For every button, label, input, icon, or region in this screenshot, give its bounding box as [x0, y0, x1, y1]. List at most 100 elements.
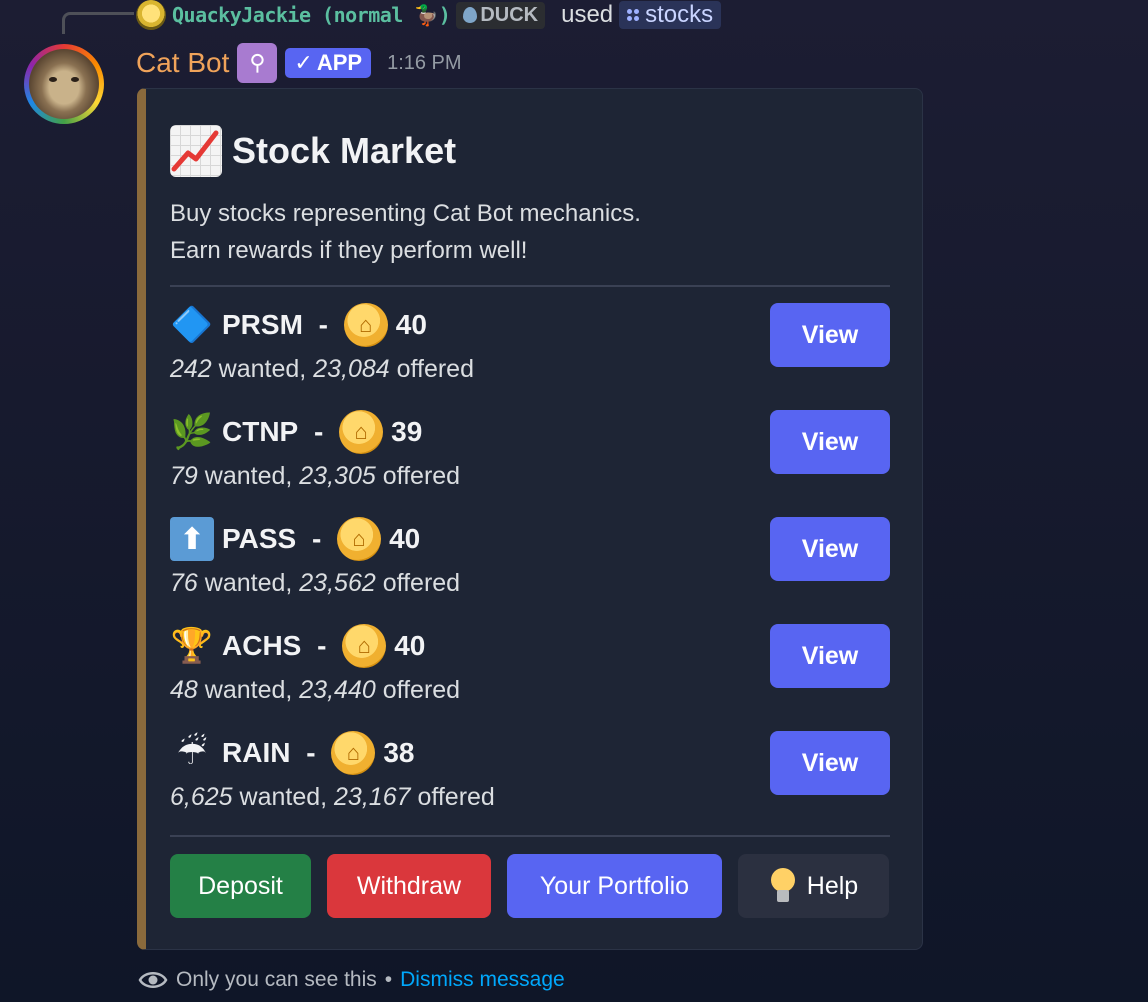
- command-icon: [627, 9, 640, 21]
- stock-market-embed: Stock Market Buy stocks representing Cat…: [137, 88, 923, 950]
- offered-label: offered: [382, 569, 461, 597]
- reply-avatar[interactable]: [136, 0, 166, 30]
- wanted-count: 48: [170, 676, 198, 704]
- help-button-label: Help: [806, 871, 859, 900]
- wanted-label: wanted,: [204, 569, 293, 597]
- wanted-label: wanted,: [218, 355, 307, 383]
- stock-header: 🏆 ACHS - ⌂ 40: [170, 624, 425, 668]
- offered-count: 23,084: [313, 355, 390, 383]
- top-divider: [170, 285, 890, 287]
- embed-title-text: Stock Market: [232, 130, 457, 171]
- ephemeral-notice: Only you can see this: [176, 968, 377, 991]
- stock-symbol: RAIN: [222, 737, 291, 768]
- drop-icon: [463, 7, 478, 23]
- stock-price: 38: [383, 737, 415, 768]
- offered-label: offered: [382, 676, 461, 704]
- offered-label: offered: [417, 783, 495, 811]
- stock-separator: -: [304, 523, 330, 554]
- view-button-pass[interactable]: View: [770, 517, 890, 581]
- your-portfolio-button[interactable]: Your Portfolio: [507, 854, 722, 918]
- embed-description: Buy stocks representing Cat Bot mechanic…: [170, 195, 641, 269]
- up-arrow-icon: ⬆: [170, 517, 214, 561]
- wanted-label: wanted,: [204, 462, 293, 490]
- stock-stats: 48 wanted, 23,440 offered: [170, 676, 460, 705]
- guild-tag-label: DUCK: [480, 3, 539, 26]
- app-badge: ✓ APP: [285, 48, 372, 78]
- umbrella-rain-icon: ☔: [176, 734, 208, 772]
- bot-avatar[interactable]: [24, 44, 104, 124]
- prism-icon: 🔷: [170, 306, 214, 344]
- message-header: Cat Bot ⚲ ✓ APP 1:16 PM: [136, 42, 462, 84]
- stock-symbol: PASS: [222, 523, 297, 554]
- offered-count: 23,562: [299, 569, 376, 597]
- coin-icon: ⌂: [343, 303, 388, 347]
- coin-icon: ⌂: [337, 517, 382, 561]
- stock-stats: 79 wanted, 23,305 offered: [170, 462, 460, 491]
- stock-row-achs: 🏆 ACHS - ⌂ 40 48 wanted, 23,440 offered View: [170, 624, 890, 724]
- stock-stats: 242 wanted, 23,084 offered: [170, 355, 474, 384]
- stock-price: 40: [394, 630, 426, 661]
- help-button[interactable]: Help: [738, 854, 889, 918]
- reply-used-text: used: [561, 1, 614, 28]
- stock-separator: -: [298, 737, 324, 768]
- stock-row-pass: ⬆ PASS - ⌂ 40 76 wanted, 23,562 offered View: [170, 517, 890, 617]
- offered-count: 23,167: [334, 783, 411, 811]
- view-button-rain[interactable]: View: [770, 731, 890, 795]
- withdraw-button[interactable]: Withdraw: [327, 854, 491, 918]
- stock-stats: 76 wanted, 23,562 offered: [170, 569, 460, 598]
- timestamp[interactable]: 1:16 PM: [387, 52, 461, 75]
- stock-symbol: CTNP: [222, 416, 299, 447]
- command-mention[interactable]: stocks: [619, 1, 722, 29]
- embed-title: Stock Market: [170, 125, 456, 177]
- offered-label: offered: [396, 355, 474, 383]
- wanted-count: 6,625: [170, 783, 233, 811]
- stock-header: 🔷 PRSM - ⌂ 40: [170, 303, 427, 347]
- view-button-prsm[interactable]: View: [770, 303, 890, 367]
- stock-symbol: ACHS: [222, 630, 302, 661]
- checkmark-icon: ✓: [294, 50, 313, 75]
- stock-row-ctnp: 🌿 CTNP - ⌂ 39 79 wanted, 23,305 offered View: [170, 410, 890, 510]
- offered-count: 23,305: [299, 462, 376, 490]
- author-name[interactable]: Cat Bot: [136, 47, 229, 79]
- coin-icon: ⌂: [331, 731, 376, 775]
- role-icon[interactable]: ⚲: [237, 43, 278, 83]
- eye-icon: [138, 972, 168, 988]
- wanted-label: wanted,: [239, 783, 328, 811]
- coin-icon: ⌂: [339, 410, 384, 454]
- coin-icon: ⌂: [342, 624, 387, 668]
- message-root: QuackyJackie (normal 🦆) DUCK used stocks…: [0, 0, 1148, 1002]
- stock-separator: -: [310, 309, 336, 340]
- stock-price: 39: [391, 416, 423, 447]
- dismiss-message-link[interactable]: Dismiss message: [400, 968, 565, 992]
- trophy-icon: 🏆: [170, 627, 214, 665]
- stock-header: ⬆ PASS - ⌂ 40: [170, 517, 420, 561]
- stock-separator: -: [309, 630, 335, 661]
- wanted-count: 242: [170, 355, 212, 383]
- stock-row-rain: ☔ RAIN - ⌂ 38 6,625 wanted, 23,167 offered V…: [170, 731, 890, 831]
- view-button-achs[interactable]: View: [770, 624, 890, 688]
- offered-count: 23,440: [299, 676, 376, 704]
- stock-price: 40: [395, 309, 427, 340]
- description-line: Earn rewards if they perform well!: [170, 237, 528, 264]
- reply-connector: [62, 12, 134, 34]
- cat-face-image: [29, 49, 99, 119]
- deposit-button[interactable]: Deposit: [170, 854, 311, 918]
- command-name: stocks: [645, 1, 714, 28]
- offered-label: offered: [382, 462, 461, 490]
- wanted-count: 79: [170, 462, 198, 490]
- action-buttons: Deposit Withdraw Your Portfolio Help: [170, 854, 889, 918]
- footer-bullet: •: [384, 968, 393, 991]
- view-button-ctnp[interactable]: View: [770, 410, 890, 474]
- app-badge-label: APP: [316, 50, 363, 75]
- stock-row-prsm: 🔷 PRSM - ⌂ 40 242 wanted, 23,084 offered Vie…: [170, 303, 890, 403]
- stock-header: ☔ RAIN - ⌂ 38: [170, 731, 415, 775]
- stock-header: 🌿 CTNP - ⌂ 39: [170, 410, 422, 454]
- guild-tag[interactable]: DUCK: [456, 1, 546, 29]
- catnip-icon: 🌿: [170, 413, 214, 451]
- reply-reference[interactable]: QuackyJackie (normal 🦆) DUCK used stocks: [136, 0, 722, 30]
- ephemeral-footer: Only you can see this • Dismiss message: [138, 968, 565, 992]
- lightbulb-icon: [769, 868, 797, 904]
- bottom-divider: [170, 835, 890, 837]
- stock-stats: 6,625 wanted, 23,167 offered: [170, 783, 495, 812]
- reply-username[interactable]: QuackyJackie (normal 🦆): [172, 3, 451, 27]
